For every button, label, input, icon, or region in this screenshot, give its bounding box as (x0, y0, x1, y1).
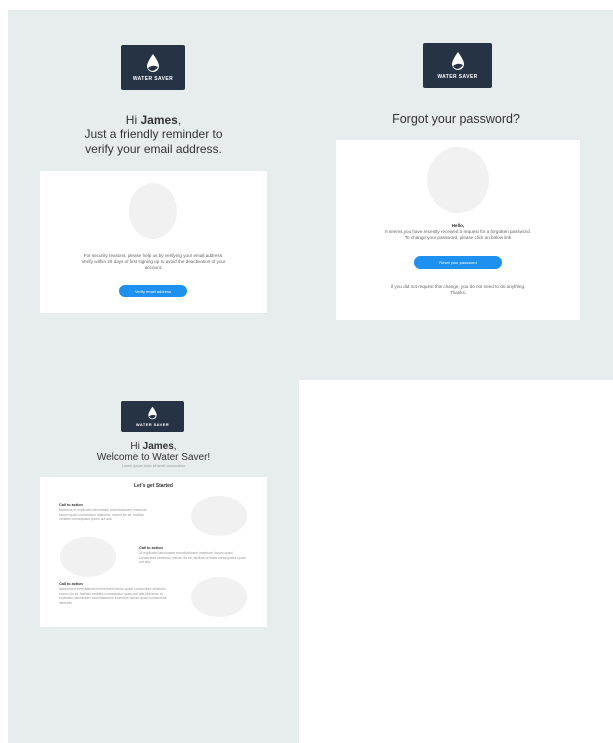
brand-logo: WATER SAVER (423, 43, 492, 88)
illustration-placeholder (427, 147, 489, 213)
welcome-card: Let's get Started Call to action Maximus… (40, 477, 267, 627)
page-title: Forgot your password? (392, 112, 520, 126)
cta-block-3: Call to action laboriosam exercitationem… (59, 582, 171, 605)
verify-email-card: For security reasons, please help us by … (40, 171, 267, 313)
cta-image-placeholder (191, 496, 247, 536)
user-name: James (142, 441, 174, 452)
cta-body: Ut explicabo laboriosam exercitationem i… (139, 551, 247, 565)
hello-text: Hello, (451, 223, 465, 228)
body-line-3: account. (144, 265, 163, 270)
forgot-password-card: Hello, It seems you have recently receiv… (336, 140, 580, 320)
water-drop-icon (147, 54, 159, 72)
illustration-placeholder (129, 183, 177, 239)
verify-email-panel: WATER SAVER Hi James, Just a friendly re… (8, 10, 299, 380)
welcome-title: Welcome to Water Saver! (96, 452, 211, 463)
user-name: James (140, 113, 178, 127)
footer-line-2: Thanks. (449, 290, 467, 295)
section-title: Let's get Started (134, 483, 173, 489)
brand-name: WATER SAVER (135, 422, 170, 427)
reset-password-button[interactable]: Reset your password (414, 256, 502, 269)
cta-title: Call to action (59, 582, 83, 586)
brand-name: WATER SAVER (132, 76, 174, 82)
cta-block-2: Call to action Ut explicabo laboriosam e… (139, 546, 247, 565)
reminder-line-1: Just a friendly reminder to (84, 127, 223, 141)
water-drop-icon (148, 406, 157, 420)
cta-body: laboriosam exercitationem inventore haru… (59, 587, 167, 605)
cta-image-placeholder (60, 537, 116, 577)
body-line-2: To change your password, please click on… (404, 235, 512, 240)
welcome-subtitle: Lorem ipsum dolor sit amet consectetur (122, 464, 185, 468)
verify-email-button[interactable]: Verify email address (119, 285, 187, 297)
cta-title: Call to action (139, 546, 163, 550)
cta-block-1: Call to action Maximus et explicabo labo… (59, 503, 155, 522)
forgot-password-panel: WATER SAVER Forgot your password? Hello,… (299, 10, 613, 380)
cta-title: Call to action (59, 503, 83, 507)
brand-name: WATER SAVER (437, 74, 478, 80)
reminder-line-2: verify your email address. (85, 142, 222, 156)
greeting: Hi James, (125, 113, 182, 127)
cta-image-placeholder (191, 577, 247, 617)
brand-logo: WATER SAVER (121, 45, 185, 90)
welcome-panel: WATER SAVER Hi James, Welcome to Water S… (8, 380, 299, 743)
water-drop-icon (451, 52, 464, 70)
brand-logo: WATER SAVER (121, 401, 184, 432)
cta-body: Maximus et explicabo laboriosam exercita… (59, 508, 148, 522)
